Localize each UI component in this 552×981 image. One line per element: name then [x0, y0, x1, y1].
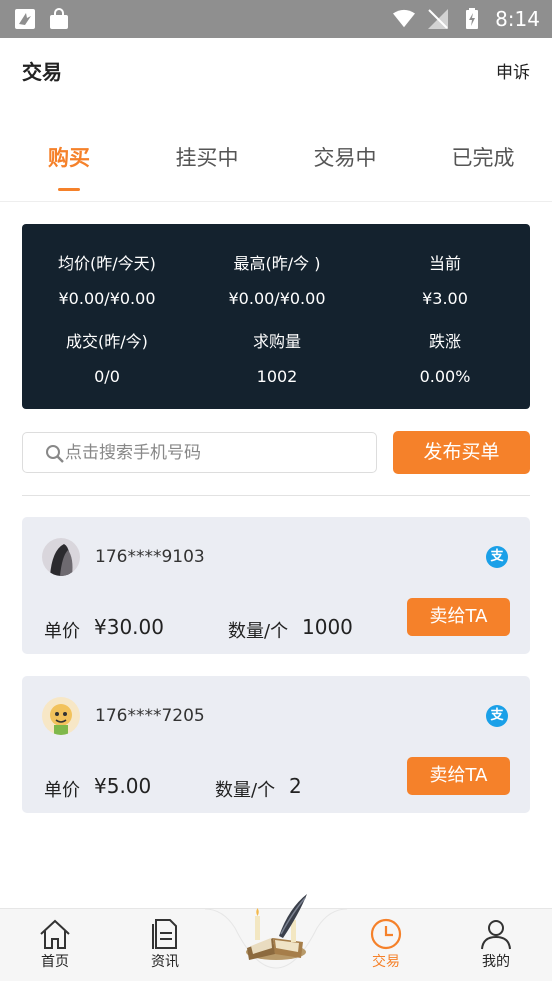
clock-icon — [370, 918, 402, 950]
nav-trade[interactable]: 交易 — [346, 918, 426, 971]
shopping-bag-icon — [50, 8, 68, 29]
avg-price-label: 均价(昨/今天) — [58, 254, 156, 273]
high-price-label: 最高(昨/今 ) — [233, 254, 321, 273]
tab-trading[interactable]: 交易中 — [276, 142, 414, 172]
unit-price-label: 单价 — [44, 780, 80, 801]
battery-charging-icon — [466, 8, 479, 29]
market-stats-card: 均价(昨/今天) 最高(昨/今 ) 当前 ¥0.00/¥0.00 ¥0.00/¥… — [22, 224, 530, 409]
appeal-link[interactable]: 申诉 — [496, 58, 530, 83]
avatar — [42, 538, 80, 576]
document-icon — [152, 919, 177, 949]
quantity-value: 1000 — [302, 615, 353, 639]
avg-price-value: ¥0.00/¥0.00 — [58, 289, 156, 308]
seller-phone: 176****9103 — [95, 547, 205, 567]
unit-price-value: ¥30.00 — [94, 615, 164, 639]
quantity-label: 数量/个 — [228, 621, 289, 642]
center-emblem-icon[interactable] — [237, 890, 315, 966]
high-price-value: ¥0.00/¥0.00 — [228, 289, 326, 308]
tab-completed[interactable]: 已完成 — [414, 142, 552, 172]
header: 交易 申诉 — [0, 38, 552, 100]
quantity-value: 2 — [289, 774, 302, 798]
nav-profile[interactable]: 我的 — [456, 918, 536, 971]
tab-bar: 购买 挂买中 交易中 已完成 — [0, 130, 552, 202]
avatar — [42, 697, 80, 735]
change-label: 跌涨 — [428, 332, 461, 351]
demand-value: 1002 — [256, 367, 298, 386]
volume-label: 成交(昨/今) — [66, 332, 148, 351]
change-value: 0.00% — [419, 367, 471, 386]
unit-price-value: ¥5.00 — [94, 774, 152, 798]
search-input[interactable] — [65, 441, 365, 465]
page-title: 交易 — [22, 60, 62, 84]
nav-trade-label: 交易 — [372, 954, 400, 970]
tab-buying[interactable]: 挂买中 — [138, 142, 276, 172]
divider — [22, 495, 530, 496]
user-icon — [481, 920, 511, 950]
tab-buy[interactable]: 购买 — [0, 142, 138, 172]
notification-app-icon — [15, 9, 35, 29]
volume-value: 0/0 — [94, 367, 120, 386]
current-price-label: 当前 — [428, 254, 461, 273]
order-card: 176****7205 支 单价 ¥5.00 数量/个 2 卖给TA — [22, 676, 530, 813]
alipay-icon: 支 — [486, 546, 508, 568]
nav-home-label: 首页 — [41, 954, 69, 970]
status-bar: 8:14 — [0, 0, 552, 38]
current-price-value: ¥3.00 — [422, 289, 468, 308]
demand-label: 求购量 — [252, 332, 301, 351]
seller-phone: 176****7205 — [95, 706, 205, 726]
wifi-icon — [393, 9, 416, 28]
alipay-icon: 支 — [486, 705, 508, 727]
active-tab-indicator — [58, 188, 80, 191]
bottom-nav: 首页 资讯 交易 我的 — [0, 888, 552, 981]
nav-home[interactable]: 首页 — [15, 918, 95, 971]
sell-to-ta-button[interactable]: 卖给TA — [407, 598, 510, 636]
nav-news[interactable]: 资讯 — [125, 918, 205, 971]
publish-buy-order-button[interactable]: 发布买单 — [393, 431, 530, 474]
search-box — [22, 432, 377, 473]
no-signal-icon — [428, 9, 449, 29]
quantity-label: 数量/个 — [215, 780, 276, 801]
search-icon — [46, 445, 64, 463]
nav-profile-label: 我的 — [482, 954, 510, 970]
order-card: 176****9103 支 单价 ¥30.00 数量/个 1000 卖给TA — [22, 517, 530, 654]
nav-news-label: 资讯 — [151, 954, 179, 970]
unit-price-label: 单价 — [44, 621, 80, 642]
clock: 8:14 — [495, 7, 540, 31]
sell-to-ta-button[interactable]: 卖给TA — [407, 757, 510, 795]
home-icon — [40, 919, 70, 949]
